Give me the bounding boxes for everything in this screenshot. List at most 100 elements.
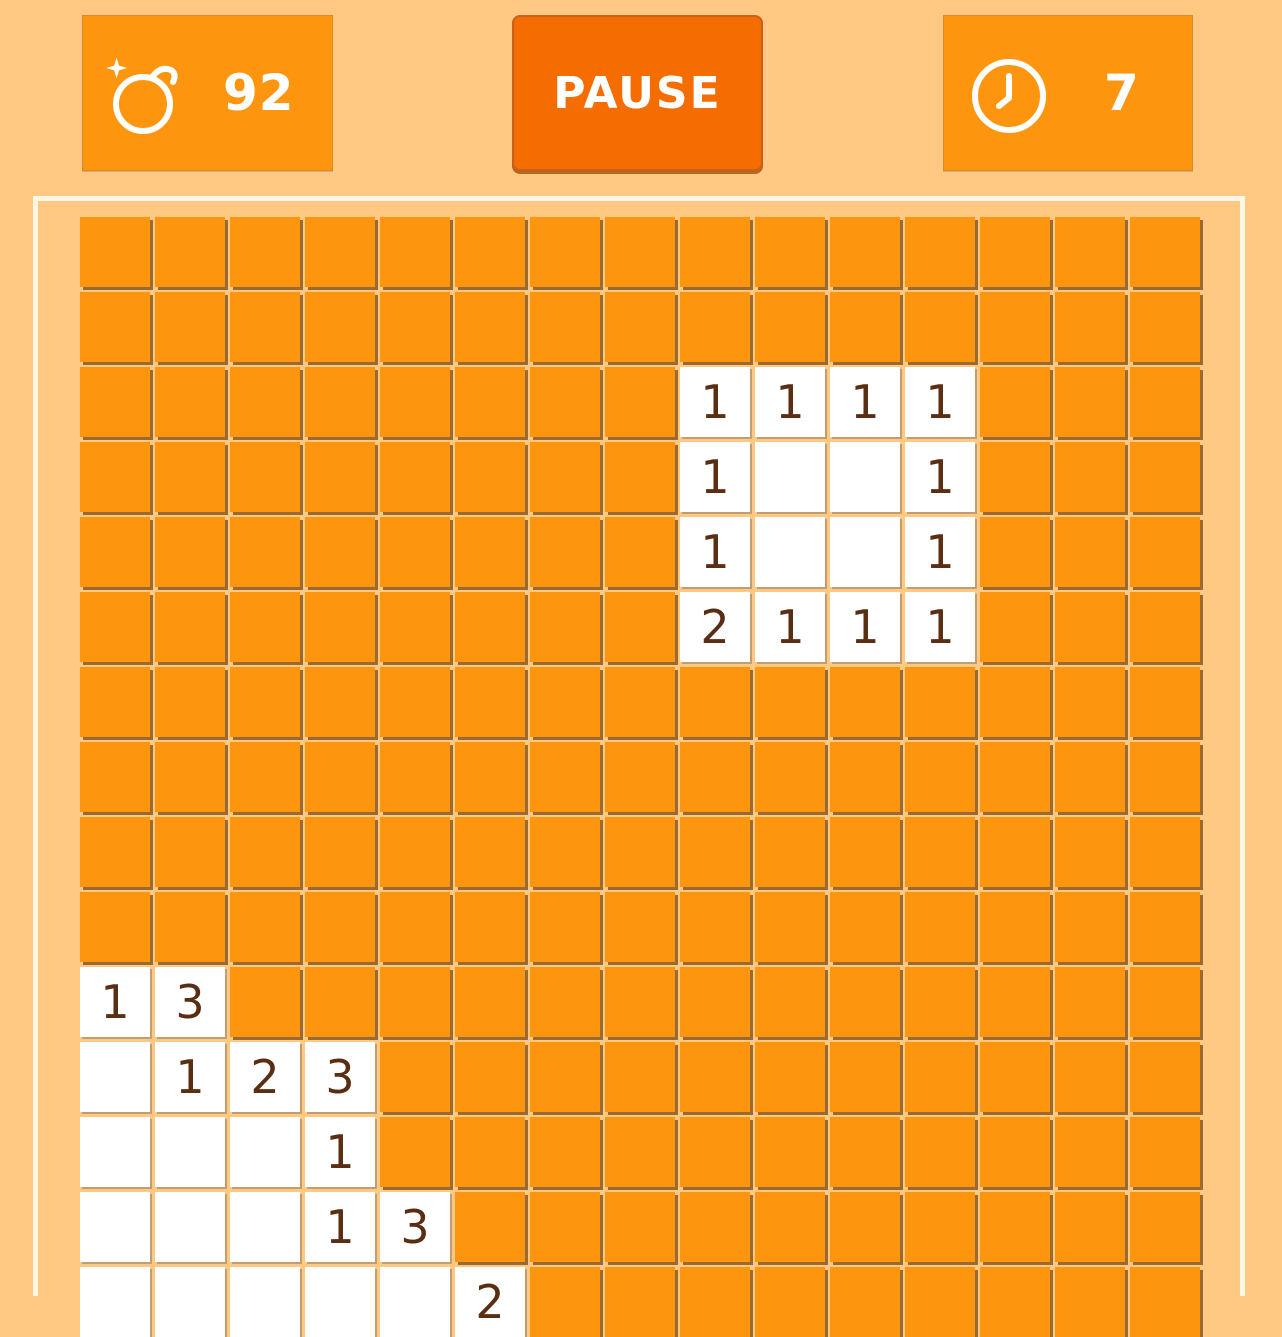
hidden-tile[interactable]: [1130, 817, 1200, 887]
hidden-tile[interactable]: [1055, 892, 1125, 962]
revealed-number-tile[interactable]: 1: [755, 367, 825, 437]
revealed-empty-tile[interactable]: [230, 1117, 300, 1187]
hidden-tile[interactable]: [530, 817, 600, 887]
hidden-tile[interactable]: [230, 892, 300, 962]
hidden-tile[interactable]: [455, 1192, 525, 1262]
hidden-tile[interactable]: [755, 217, 825, 287]
hidden-tile[interactable]: [305, 667, 375, 737]
hidden-tile[interactable]: [755, 1192, 825, 1262]
hidden-tile[interactable]: [455, 1042, 525, 1112]
pause-button[interactable]: PAUSE: [512, 15, 763, 171]
hidden-tile[interactable]: [680, 1267, 750, 1337]
hidden-tile[interactable]: [905, 817, 975, 887]
hidden-tile[interactable]: [530, 592, 600, 662]
hidden-tile[interactable]: [455, 892, 525, 962]
revealed-empty-tile[interactable]: [155, 1192, 225, 1262]
hidden-tile[interactable]: [1055, 517, 1125, 587]
hidden-tile[interactable]: [155, 217, 225, 287]
hidden-tile[interactable]: [155, 442, 225, 512]
hidden-tile[interactable]: [455, 817, 525, 887]
hidden-tile[interactable]: [230, 742, 300, 812]
hidden-tile[interactable]: [1055, 1117, 1125, 1187]
hidden-tile[interactable]: [80, 817, 150, 887]
hidden-tile[interactable]: [230, 967, 300, 1037]
revealed-number-tile[interactable]: 2: [455, 1267, 525, 1337]
hidden-tile[interactable]: [1130, 892, 1200, 962]
revealed-number-tile[interactable]: 1: [905, 517, 975, 587]
hidden-tile[interactable]: [455, 967, 525, 1037]
hidden-tile[interactable]: [755, 967, 825, 1037]
hidden-tile[interactable]: [155, 292, 225, 362]
hidden-tile[interactable]: [905, 292, 975, 362]
hidden-tile[interactable]: [1130, 367, 1200, 437]
hidden-tile[interactable]: [605, 592, 675, 662]
hidden-tile[interactable]: [155, 517, 225, 587]
hidden-tile[interactable]: [530, 442, 600, 512]
hidden-tile[interactable]: [605, 1042, 675, 1112]
hidden-tile[interactable]: [980, 967, 1050, 1037]
hidden-tile[interactable]: [455, 667, 525, 737]
hidden-tile[interactable]: [905, 1042, 975, 1112]
hidden-tile[interactable]: [905, 892, 975, 962]
hidden-tile[interactable]: [155, 667, 225, 737]
hidden-tile[interactable]: [380, 1117, 450, 1187]
hidden-tile[interactable]: [680, 1042, 750, 1112]
hidden-tile[interactable]: [230, 592, 300, 662]
hidden-tile[interactable]: [455, 592, 525, 662]
hidden-tile[interactable]: [1130, 442, 1200, 512]
hidden-tile[interactable]: [830, 292, 900, 362]
hidden-tile[interactable]: [80, 742, 150, 812]
hidden-tile[interactable]: [1130, 1267, 1200, 1337]
hidden-tile[interactable]: [455, 217, 525, 287]
hidden-tile[interactable]: [680, 1192, 750, 1262]
hidden-tile[interactable]: [980, 367, 1050, 437]
hidden-tile[interactable]: [980, 1267, 1050, 1337]
hidden-tile[interactable]: [230, 817, 300, 887]
hidden-tile[interactable]: [830, 217, 900, 287]
hidden-tile[interactable]: [830, 1192, 900, 1262]
hidden-tile[interactable]: [155, 817, 225, 887]
hidden-tile[interactable]: [980, 892, 1050, 962]
revealed-number-tile[interactable]: 1: [680, 517, 750, 587]
hidden-tile[interactable]: [305, 292, 375, 362]
revealed-number-tile[interactable]: 1: [155, 1042, 225, 1112]
hidden-tile[interactable]: [830, 817, 900, 887]
hidden-tile[interactable]: [605, 1117, 675, 1187]
hidden-tile[interactable]: [1055, 367, 1125, 437]
hidden-tile[interactable]: [755, 1267, 825, 1337]
hidden-tile[interactable]: [680, 817, 750, 887]
hidden-tile[interactable]: [305, 517, 375, 587]
revealed-number-tile[interactable]: 1: [305, 1117, 375, 1187]
hidden-tile[interactable]: [230, 442, 300, 512]
hidden-tile[interactable]: [530, 667, 600, 737]
hidden-tile[interactable]: [755, 292, 825, 362]
hidden-tile[interactable]: [605, 967, 675, 1037]
revealed-number-tile[interactable]: 3: [380, 1192, 450, 1262]
hidden-tile[interactable]: [1055, 1042, 1125, 1112]
hidden-tile[interactable]: [305, 217, 375, 287]
hidden-tile[interactable]: [380, 742, 450, 812]
hidden-tile[interactable]: [1055, 592, 1125, 662]
revealed-empty-tile[interactable]: [755, 442, 825, 512]
hidden-tile[interactable]: [455, 442, 525, 512]
revealed-number-tile[interactable]: 3: [155, 967, 225, 1037]
hidden-tile[interactable]: [755, 667, 825, 737]
hidden-tile[interactable]: [530, 1267, 600, 1337]
hidden-tile[interactable]: [530, 1192, 600, 1262]
hidden-tile[interactable]: [1055, 967, 1125, 1037]
hidden-tile[interactable]: [530, 217, 600, 287]
revealed-empty-tile[interactable]: [830, 442, 900, 512]
hidden-tile[interactable]: [80, 667, 150, 737]
hidden-tile[interactable]: [830, 742, 900, 812]
hidden-tile[interactable]: [755, 817, 825, 887]
hidden-tile[interactable]: [1130, 217, 1200, 287]
hidden-tile[interactable]: [905, 1192, 975, 1262]
revealed-number-tile[interactable]: 1: [305, 1192, 375, 1262]
hidden-tile[interactable]: [80, 892, 150, 962]
hidden-tile[interactable]: [1055, 667, 1125, 737]
hidden-tile[interactable]: [980, 292, 1050, 362]
hidden-tile[interactable]: [755, 1042, 825, 1112]
revealed-number-tile[interactable]: 1: [680, 367, 750, 437]
hidden-tile[interactable]: [80, 442, 150, 512]
revealed-number-tile[interactable]: 1: [80, 967, 150, 1037]
